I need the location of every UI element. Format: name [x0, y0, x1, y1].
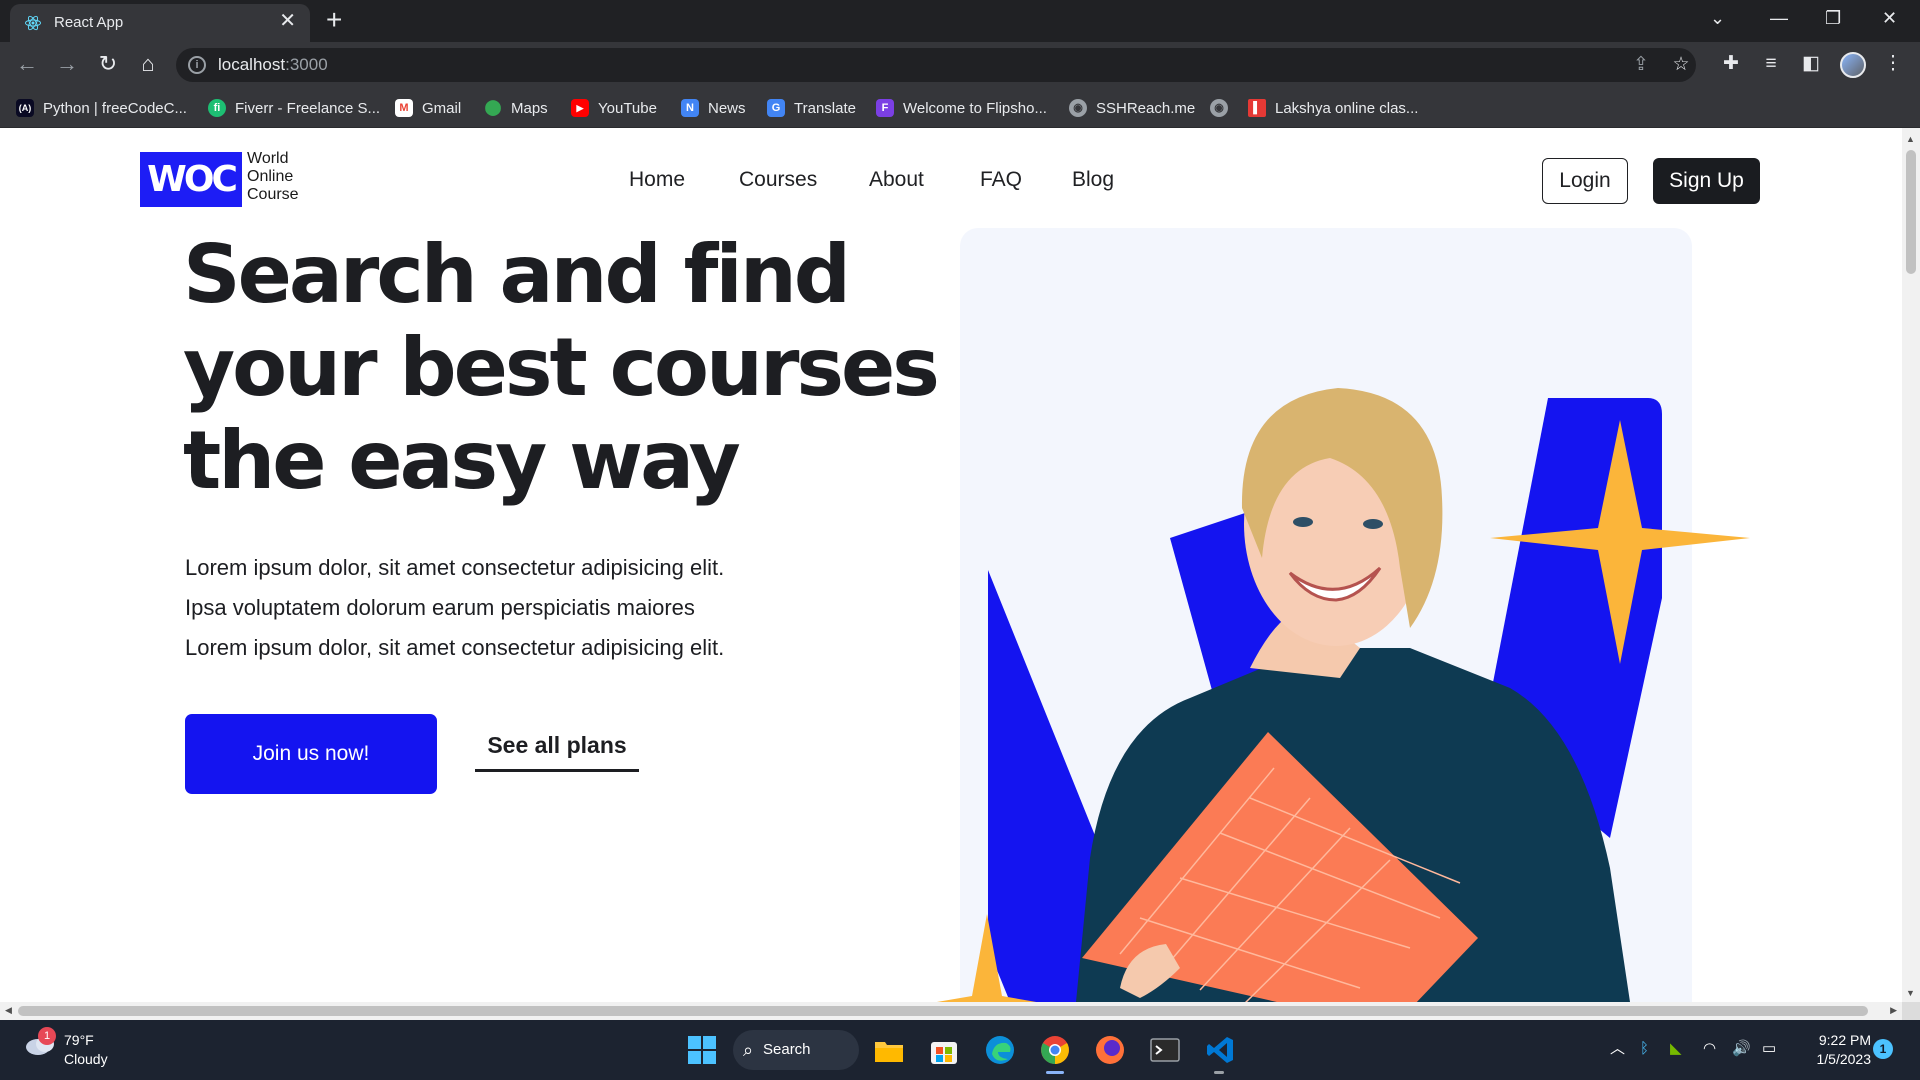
hero-illustration — [936, 388, 1750, 1002]
restore-window-button[interactable]: ❐ — [1825, 6, 1841, 30]
new-tab-button[interactable]: + — [326, 6, 342, 34]
home-icon[interactable]: ⌂ — [135, 51, 161, 77]
windows-start-icon[interactable] — [686, 1034, 718, 1066]
tab-title: React App — [54, 14, 124, 31]
bookmark-maps[interactable]: ⬤ Maps — [484, 97, 548, 119]
login-button[interactable]: Login — [1542, 158, 1628, 204]
bookmark-python[interactable]: (A) Python | freeCodeC... — [16, 97, 187, 119]
close-tab-icon[interactable]: ✕ — [279, 11, 296, 31]
scroll-up-arrow-icon[interactable]: ▲ — [1906, 134, 1915, 144]
logo-wordmark: World Online Course — [247, 150, 299, 203]
flipsho-icon: F — [876, 99, 894, 117]
address-url: localhost:3000 — [218, 55, 328, 74]
fiverr-icon: fi — [208, 99, 226, 117]
address-bar[interactable]: i localhost:3000 ⇪ ☆ — [176, 48, 1696, 82]
taskbar-search-button[interactable]: ⌕ Search — [733, 1030, 859, 1070]
lakshya-icon: ▌ — [1248, 99, 1266, 117]
nvidia-icon[interactable]: ◣ — [1670, 1038, 1682, 1060]
windows-taskbar: 1 79°F Cloudy ⌕ Search ︿ ᛒ ◣ ◠ 🔊 ▭ 9:22 … — [0, 1020, 1920, 1080]
bookmark-fiverr[interactable]: fi Fiverr - Freelance S... — [208, 97, 380, 119]
browser-tab-bar: React App ✕ + ⌄ — ❐ ✕ — [0, 0, 1920, 42]
tab-search-chevron-icon[interactable]: ⌄ — [1710, 6, 1725, 30]
weather-description[interactable]: Cloudy — [64, 1051, 108, 1067]
browser-tab[interactable]: React App ✕ — [10, 4, 310, 42]
globe-icon: ◉ — [1069, 99, 1087, 117]
woc-logo[interactable]: WOC — [140, 152, 242, 207]
youtube-icon: ▶ — [571, 99, 589, 117]
profile-avatar[interactable] — [1840, 52, 1866, 78]
horizontal-scroll-thumb[interactable] — [18, 1006, 1868, 1016]
bookmark-flipsho[interactable]: F Welcome to Flipsho... — [876, 97, 1047, 119]
file-explorer-icon[interactable] — [873, 1034, 905, 1066]
firefox-browser-icon[interactable] — [1094, 1034, 1126, 1066]
nav-faq[interactable]: FAQ — [980, 168, 1022, 192]
page-viewport: WOC World Online Course Home Courses Abo… — [0, 128, 1902, 1002]
back-arrow-icon[interactable]: ← — [14, 51, 40, 77]
bookmark-translate[interactable]: G Translate — [767, 97, 856, 119]
microsoft-store-icon[interactable] — [928, 1034, 960, 1066]
bookmarks-bar: (A) Python | freeCodeC... fi Fiverr - Free… — [0, 88, 1920, 128]
gmail-icon: M — [395, 99, 413, 117]
media-queue-icon[interactable]: ≡ — [1760, 53, 1782, 75]
wifi-icon[interactable]: ◠ — [1703, 1038, 1716, 1060]
vscode-running-indicator — [1214, 1071, 1224, 1074]
translate-icon: G — [767, 99, 785, 117]
show-hidden-icons-chevron-icon[interactable]: ︿ — [1610, 1038, 1625, 1060]
weather-alert-badge: 1 — [38, 1027, 56, 1045]
forward-arrow-icon[interactable]: → — [54, 51, 80, 77]
bookmark-lakshya[interactable]: ▌ Lakshya online clas... — [1248, 97, 1418, 119]
vscode-icon[interactable] — [1204, 1034, 1236, 1066]
weather-temperature[interactable]: 79°F — [64, 1032, 94, 1048]
scroll-left-arrow-icon[interactable]: ◀ — [5, 1005, 12, 1016]
globe-icon: ◉ — [1210, 99, 1228, 117]
react-logo-icon — [25, 15, 41, 31]
maps-pin-icon: ⬤ — [484, 99, 502, 116]
scroll-right-arrow-icon[interactable]: ▶ — [1890, 1005, 1897, 1016]
nav-about[interactable]: About — [869, 168, 924, 192]
vertical-scroll-thumb[interactable] — [1906, 150, 1916, 274]
extensions-puzzle-icon[interactable]: ✚ — [1720, 53, 1742, 75]
hero-title: Search and find your best courses the ea… — [183, 228, 940, 507]
nav-home[interactable]: Home — [629, 168, 685, 192]
system-clock[interactable]: 9:22 PM 1/5/2023 — [1795, 1031, 1872, 1069]
bookmark-youtube[interactable]: ▶ YouTube — [571, 97, 657, 119]
side-panel-icon[interactable]: ◧ — [1800, 53, 1822, 75]
bluetooth-icon[interactable]: ᛒ — [1640, 1038, 1649, 1060]
site-info-icon[interactable]: i — [188, 56, 206, 74]
notification-count-badge[interactable]: 1 — [1873, 1039, 1893, 1059]
see-all-plans-link[interactable]: See all plans — [475, 732, 639, 772]
news-icon: N — [681, 99, 699, 117]
close-window-button[interactable]: ✕ — [1882, 6, 1897, 30]
search-icon: ⌕ — [743, 1040, 754, 1060]
nav-blog[interactable]: Blog — [1072, 168, 1114, 192]
browser-menu-icon[interactable]: ⋮ — [1882, 53, 1904, 75]
share-icon[interactable]: ⇪ — [1630, 54, 1652, 76]
join-us-button[interactable]: Join us now! — [185, 714, 437, 794]
minimize-window-button[interactable]: — — [1770, 6, 1788, 30]
scroll-down-arrow-icon[interactable]: ▼ — [1906, 988, 1915, 998]
bookmark-star-icon[interactable]: ☆ — [1670, 54, 1692, 76]
browser-toolbar: ← → ↻ ⌂ i localhost:3000 ⇪ ☆ ✚ ≡ ◧ ⋮ — [0, 42, 1920, 88]
vertical-scrollbar[interactable]: ▲ ▼ — [1902, 128, 1920, 1002]
scrollbar-corner — [1902, 1002, 1920, 1020]
chrome-active-indicator — [1046, 1071, 1064, 1074]
bookmark-news[interactable]: N News — [681, 97, 746, 119]
battery-icon[interactable]: ▭ — [1762, 1038, 1776, 1060]
hero-description: Lorem ipsum dolor, sit amet consectetur … — [185, 555, 725, 660]
horizontal-scrollbar[interactable]: ◀ ▶ — [0, 1002, 1902, 1020]
chrome-browser-icon[interactable] — [1039, 1034, 1071, 1066]
bookmark-gmail[interactable]: M Gmail — [395, 97, 461, 119]
nav-courses[interactable]: Courses — [739, 168, 817, 192]
signup-button[interactable]: Sign Up — [1653, 158, 1760, 204]
terminal-icon[interactable] — [1149, 1034, 1181, 1066]
volume-icon[interactable]: 🔊 — [1732, 1038, 1751, 1060]
bookmark-untitled[interactable]: ◉ — [1210, 97, 1237, 119]
freecodecamp-icon: (A) — [16, 99, 34, 117]
reload-icon[interactable]: ↻ — [95, 51, 121, 77]
edge-browser-icon[interactable] — [984, 1034, 1016, 1066]
bookmark-sshreach[interactable]: ◉ SSHReach.me — [1069, 97, 1195, 119]
